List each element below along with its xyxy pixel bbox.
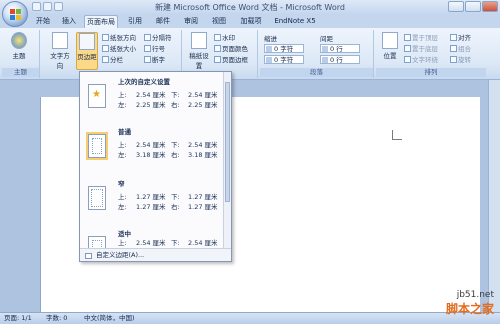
status-words[interactable]: 字数: 0 [46, 313, 67, 324]
indent-label: 缩进 [264, 35, 277, 43]
title-bar: 新建 Microsoft Office Word 文档 - Microsoft … [0, 0, 500, 14]
manuscript-icon [191, 32, 207, 49]
page-color-icon [214, 45, 221, 52]
line-numbers-icon [144, 45, 151, 52]
spacing-after-input[interactable]: 0 行 [320, 55, 360, 64]
theme-group-label: 主题 [2, 68, 39, 77]
orientation-icon [102, 34, 109, 41]
spacing-after-icon [322, 57, 328, 63]
site-watermark: jb51.net 脚本之家 [445, 290, 494, 316]
last-custom-thumbnail: ★ [88, 84, 106, 108]
dropdown-scroll-thumb[interactable] [225, 82, 230, 202]
dropdown-scrollbar[interactable] [223, 72, 231, 248]
columns-button[interactable]: 分栏 [102, 55, 123, 65]
hyphenation-icon [144, 56, 151, 63]
spacing-before-icon [322, 46, 328, 52]
breaks-button[interactable]: 分隔符 [144, 33, 172, 43]
status-bar: 页面: 1/1 字数: 0 中文(简体，中国) [0, 312, 500, 324]
indent-left-input[interactable]: 0 字符 [264, 44, 304, 53]
position-icon [382, 32, 398, 49]
position-button[interactable]: 位置 [380, 32, 400, 60]
align-icon [450, 34, 457, 41]
status-page[interactable]: 页面: 1/1 [4, 313, 32, 324]
page-color-button[interactable]: 页面颜色 [214, 44, 248, 54]
theme-icon [11, 32, 27, 49]
tab-home[interactable]: 开始 [32, 15, 54, 28]
star-icon: ★ [92, 89, 101, 100]
group-button[interactable]: 组合 [450, 44, 471, 54]
theme-group: 主题 主题 [2, 30, 40, 78]
tab-review[interactable]: 审阅 [180, 15, 202, 28]
theme-button[interactable]: 主题 [8, 32, 30, 60]
close-button[interactable] [482, 1, 498, 12]
paper-size-icon [102, 45, 109, 52]
tab-view[interactable]: 视图 [208, 15, 230, 28]
margins-icon [79, 33, 95, 50]
custom-margins-button[interactable]: 自定义边距(A)... [80, 248, 231, 261]
margin-preset-last-custom[interactable]: 上次的自定义设置 ★ 上: 2.54 厘米 下: 2.54 厘米 左: 2.25… [80, 74, 224, 122]
office-button[interactable] [2, 1, 28, 27]
minimize-button[interactable] [448, 1, 464, 12]
send-back-button[interactable]: 置于底层 [404, 44, 438, 54]
bring-front-button[interactable]: 置于顶层 [404, 33, 438, 43]
tab-endnote[interactable]: EndNote X5 [272, 15, 318, 28]
text-direction-icon [52, 32, 68, 49]
arrange-group-label: 排列 [376, 68, 486, 77]
rotate-icon [450, 56, 457, 63]
tab-references[interactable]: 引用 [124, 15, 146, 28]
office-logo-icon [10, 9, 21, 20]
indent-right-input[interactable]: 0 字符 [264, 55, 304, 64]
window-controls [448, 1, 498, 12]
status-language[interactable]: 中文(简体，中国) [84, 313, 135, 324]
watermark-icon [214, 34, 221, 41]
spacing-label: 间距 [320, 35, 333, 43]
margin-preset-normal[interactable]: 普通 上: 2.54 厘米 下: 2.54 厘米 左: 3.18 厘米 右: 3… [80, 124, 224, 172]
tab-mailings[interactable]: 邮件 [152, 15, 174, 28]
margin-preset-narrow[interactable]: 窄 上: 1.27 厘米 下: 1.27 厘米 左: 1.27 厘米 右: 1.… [80, 176, 224, 224]
rotate-button[interactable]: 旋转 [450, 55, 471, 65]
normal-page-thumbnail [88, 134, 106, 158]
margins-button[interactable]: 页边距 [76, 32, 98, 70]
narrow-page-thumbnail [88, 186, 106, 210]
ribbon-tabs: 开始 插入 页面布局 引用 邮件 审阅 视图 加载项 EndNote X5 [0, 14, 500, 28]
margins-dropdown: 上次的自定义设置 ★ 上: 2.54 厘米 下: 2.54 厘米 左: 2.25… [79, 71, 232, 262]
wrap-button[interactable]: 文字环绕 [404, 55, 438, 65]
tab-addins[interactable]: 加载项 [236, 15, 266, 28]
columns-icon [102, 56, 109, 63]
arrange-group: 位置 置于顶层 置于底层 文字环绕 对齐 组合 旋转 排列 [376, 30, 486, 78]
hyphenation-button[interactable]: 断字 [144, 55, 165, 65]
manuscript-button[interactable]: 稿纸设置 [188, 32, 210, 70]
align-button[interactable]: 对齐 [450, 33, 471, 43]
indent-right-icon [266, 57, 272, 63]
send-back-icon [404, 45, 411, 52]
tab-page-layout[interactable]: 页面布局 [84, 15, 118, 28]
page-border-icon [214, 56, 221, 63]
wrap-icon [404, 56, 411, 63]
indent-left-icon [266, 46, 272, 52]
orientation-button[interactable]: 纸张方向 [102, 33, 136, 43]
vertical-scrollbar[interactable] [488, 80, 500, 312]
breaks-icon [144, 34, 151, 41]
tab-insert[interactable]: 插入 [58, 15, 80, 28]
window-title: 新建 Microsoft Office Word 文档 - Microsoft … [155, 3, 345, 12]
margin-corner-mark [392, 130, 402, 140]
paragraph-group-label: 段落 [260, 68, 373, 77]
ribbon: 主题 主题 文字方向 页边距 纸张方向 纸张大小 分栏 分隔符 行号 断字 稿纸… [0, 28, 500, 80]
spacing-before-input[interactable]: 0 行 [320, 44, 360, 53]
maximize-button[interactable] [465, 1, 481, 12]
watermark-button[interactable]: 水印 [214, 33, 235, 43]
group-icon [450, 45, 457, 52]
text-direction-button[interactable]: 文字方向 [48, 32, 72, 70]
custom-margins-icon [85, 253, 92, 259]
margin-preset-moderate[interactable]: 适中 上: 2.54 厘米 下: 2.54 厘米 [80, 226, 224, 250]
line-numbers-button[interactable]: 行号 [144, 44, 165, 54]
size-button[interactable]: 纸张大小 [102, 44, 136, 54]
paragraph-group: 缩进 间距 0 字符 0 字符 0 行 0 行 段落 [260, 30, 374, 78]
bring-front-icon [404, 34, 411, 41]
page-border-button[interactable]: 页面边框 [214, 55, 248, 65]
